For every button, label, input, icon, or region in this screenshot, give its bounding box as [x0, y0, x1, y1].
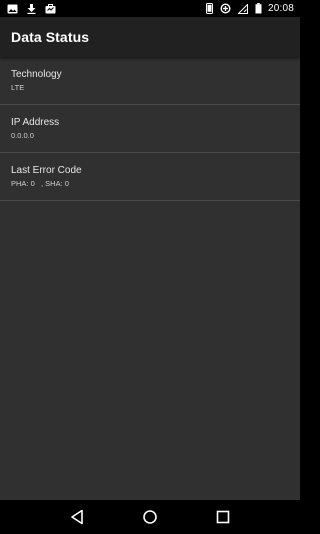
list-item-title: Technology	[11, 69, 62, 80]
list-item-technology[interactable]: Technology LTE	[0, 57, 300, 105]
signal-icon	[237, 3, 248, 14]
list-item-ip-address[interactable]: IP Address 0.0.0.0	[0, 105, 300, 153]
navigation-bar	[0, 500, 300, 534]
page-title: Data Status	[11, 29, 90, 45]
list-item-summary: PHA: 0 , SHA: 0	[11, 179, 69, 188]
app-bar: Data Status	[0, 17, 300, 57]
phone-icon	[205, 3, 213, 14]
status-bar-left	[7, 0, 65, 17]
download-icon	[27, 3, 36, 14]
list-item-last-error-code[interactable]: Last Error Code PHA: 0 , SHA: 0	[0, 153, 300, 201]
preference-list: Technology LTE IP Address 0.0.0.0 Last E…	[0, 57, 300, 201]
list-item-title: Last Error Code	[11, 165, 82, 176]
status-bar: 20:08	[0, 0, 300, 17]
status-time: 20:08	[267, 3, 294, 14]
home-icon[interactable]	[136, 503, 164, 531]
data-saver-icon	[220, 3, 231, 14]
recents-icon[interactable]	[209, 503, 237, 531]
back-icon[interactable]	[63, 503, 91, 531]
status-bar-right: 20:08	[199, 0, 294, 17]
battery-icon	[255, 3, 262, 14]
image-icon	[7, 4, 18, 14]
briefcase-icon	[45, 3, 56, 14]
list-item-summary: 0.0.0.0	[11, 131, 34, 140]
screen: 20:08 Data Status Technology LTE IP Addr…	[0, 0, 300, 534]
list-item-title: IP Address	[11, 117, 60, 128]
list-item-summary: LTE	[11, 83, 25, 92]
